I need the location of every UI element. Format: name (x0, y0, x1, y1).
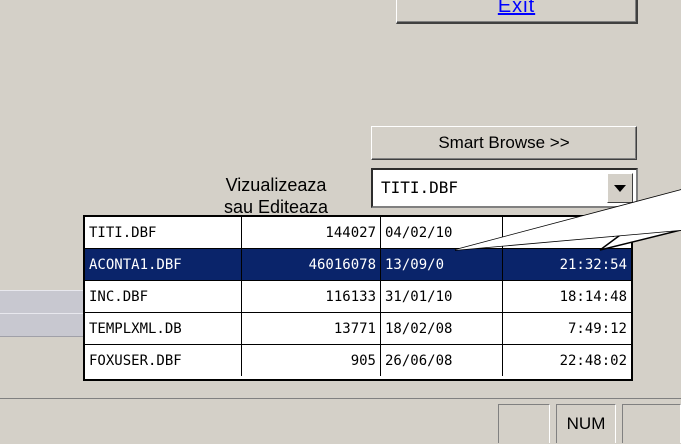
table-combo-value: TITI.DBF (381, 178, 459, 197)
dropdown-cell-time: 22:48:02 (559, 352, 627, 369)
dropdown-cell-time: 8:47: (502, 217, 631, 249)
dropdown-cell-time: 7:49:12 (502, 312, 631, 345)
visualize-label: Vizualizeaza (225, 175, 327, 195)
dropdown-cell-date: 04/02/10 (380, 217, 503, 249)
dropdown-cell-date: 13/09/0 (380, 248, 503, 281)
exit-button[interactable]: Exit (396, 0, 638, 24)
dropdown-cell-time: 21:32:54 (502, 248, 631, 281)
dropdown-cell-name: INC.DBF (85, 280, 242, 313)
dropdown-cell-time: 18:14:48 (502, 280, 631, 313)
status-panel-num: NUM (556, 404, 616, 443)
table-dropdown-grid: TITI.DBF 144027 04/02/10 8:47: ACONTA1.DBF 46… (85, 217, 631, 376)
table-dropdown-list[interactable]: TITI.DBF 144027 04/02/10 8:47: ACONTA1.DBF 46… (83, 215, 633, 381)
dropdown-cell-name: TEMPLXML.DB (85, 312, 242, 345)
dropdown-arrow-icon[interactable] (607, 173, 633, 203)
status-panel-right (622, 404, 681, 443)
dropdown-cell-date: 31/01/10 (380, 280, 503, 313)
side-bar-1 (0, 290, 85, 314)
dropdown-cell-date: 26/06/08 (380, 344, 503, 376)
side-bar-2 (0, 313, 85, 337)
dropdown-row[interactable]: INC.DBF 116133 31/01/10 18:14:48 (85, 280, 631, 313)
table-combo[interactable]: TITI.DBF (371, 168, 638, 208)
dropdown-row[interactable]: FOXUSER.DBF 905 26/06/08 22:48:02 (85, 344, 631, 376)
status-panel-empty (498, 404, 550, 443)
dropdown-cell-name: ACONTA1.DBF (85, 248, 242, 281)
exit-button-label: Exit (497, 0, 536, 17)
dropdown-cell-size: 46016078 (241, 248, 381, 281)
smart-browse-button[interactable]: Smart Browse >> (371, 126, 637, 160)
dropdown-cell-size: 13771 (241, 312, 381, 345)
dropdown-row[interactable]: TITI.DBF 144027 04/02/10 8:47: (85, 217, 631, 249)
dropdown-cell-name: TITI.DBF (85, 217, 242, 249)
dropdown-cell-size: 905 (241, 344, 381, 376)
dropdown-cell-name: FOXUSER.DBF (85, 344, 242, 376)
dropdown-cell-size: 144027 (241, 217, 381, 249)
dropdown-row[interactable]: ACONTA1.DBF 46016078 13/09/0 21:32:54 (85, 248, 631, 281)
dropdown-cell-date: 18/02/08 (380, 312, 503, 345)
dropdown-cell-size: 116133 (241, 280, 381, 313)
dropdown-row[interactable]: TEMPLXML.DB 13771 18/02/08 7:49:12 (85, 312, 631, 345)
